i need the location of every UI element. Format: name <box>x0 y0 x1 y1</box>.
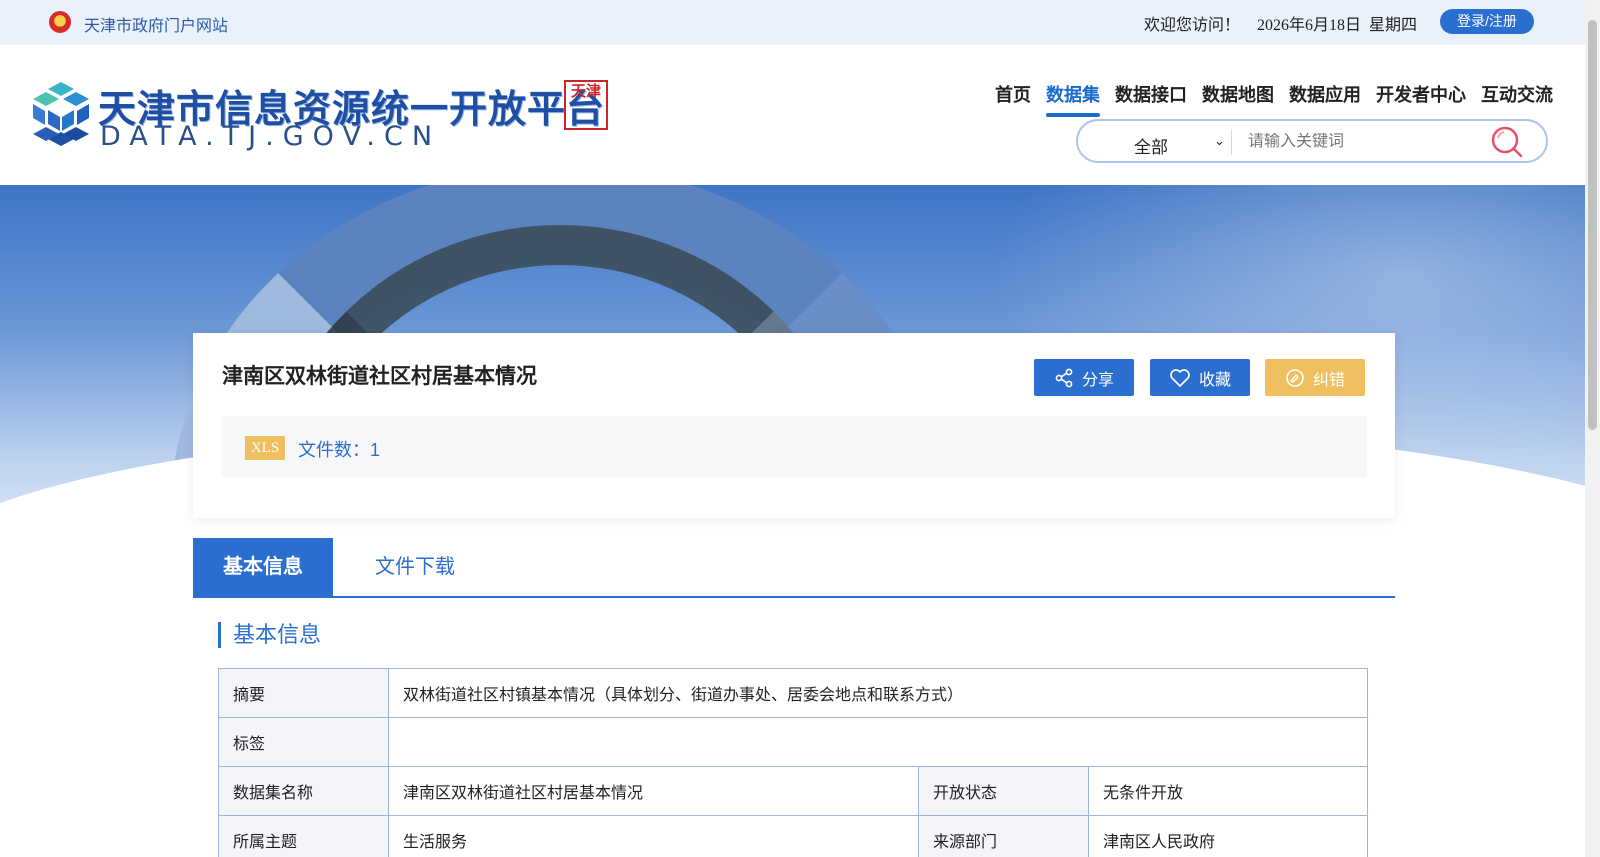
dataset-name-value: 津南区双林街道社区村居基本情况 <box>388 766 919 816</box>
page-scrollbar[interactable] <box>1585 0 1600 857</box>
main-nav: 首页 数据集 数据接口 数据地图 数据应用 开发者中心 互动交流 <box>995 81 1568 117</box>
source-dept-label: 来源部门 <box>918 815 1089 857</box>
chevron-down-icon[interactable]: ⌄ <box>1214 133 1225 149</box>
login-register-button[interactable]: 登录/注册 <box>1440 9 1534 34</box>
current-weekday: 星期四 <box>1369 17 1418 34</box>
dataset-name-label: 数据集名称 <box>218 766 389 816</box>
table-row: 摘要 双林街道社区村镇基本情况（具体划分、街道办事处、居委会地点和联系方式） <box>218 668 1368 718</box>
summary-value: 双林街道社区村镇基本情况（具体划分、街道办事处、居委会地点和联系方式） <box>388 668 1368 718</box>
dataset-card: 津南区双林街道社区村居基本情况 分享 收藏 纠错 XLS 文件数：1 <box>193 333 1395 518</box>
summary-label: 摘要 <box>218 668 389 718</box>
file-summary: XLS 文件数：1 <box>222 416 1367 477</box>
file-count: 文件数：1 <box>298 440 381 460</box>
search-input[interactable] <box>1248 133 1468 151</box>
topic-label: 所属主题 <box>218 815 389 857</box>
nav-data-map[interactable]: 数据地图 <box>1202 81 1274 107</box>
heart-icon <box>1170 368 1190 387</box>
search-icon[interactable] <box>1490 125 1524 159</box>
share-icon <box>1055 368 1073 387</box>
national-emblem-icon <box>49 11 71 33</box>
file-type-badge: XLS <box>245 436 285 460</box>
favorite-button[interactable]: 收藏 <box>1150 359 1250 396</box>
current-date: 2026年6月18日 <box>1257 17 1362 34</box>
share-label: 分享 <box>1081 371 1114 389</box>
open-status-label: 开放状态 <box>918 766 1089 816</box>
nav-developer[interactable]: 开发者中心 <box>1376 81 1466 107</box>
top-bar: 天津市政府门户网站 欢迎您访问！ 2026年6月18日 星期四 登录/注册 <box>0 0 1585 45</box>
favorite-label: 收藏 <box>1198 371 1231 389</box>
section-title: 基本信息 <box>218 622 321 648</box>
share-button[interactable]: 分享 <box>1034 359 1134 396</box>
dataset-title: 津南区双林街道社区村居基本情况 <box>222 365 537 388</box>
basic-info-table: 摘要 双林街道社区村镇基本情况（具体划分、街道办事处、居委会地点和联系方式） 标… <box>218 668 1368 857</box>
table-row: 所属主题 生活服务 来源部门 津南区人民政府 <box>218 815 1368 857</box>
gov-portal-link[interactable]: 天津市政府门户网站 <box>84 12 228 36</box>
source-dept-value: 津南区人民政府 <box>1088 815 1368 857</box>
detail-tabs: 基本信息 文件下载 <box>193 538 1395 598</box>
nav-data-apps[interactable]: 数据应用 <box>1289 81 1361 107</box>
welcome-text: 欢迎您访问！ <box>1144 17 1241 34</box>
nav-data-api[interactable]: 数据接口 <box>1115 81 1187 107</box>
tab-file-download[interactable]: 文件下载 <box>345 538 485 596</box>
cube-logo-icon[interactable] <box>30 80 92 146</box>
site-header: 天津市信息资源统一开放平台 DATA.TJ.GOV.CN 天津 首页 数据集 数… <box>0 45 1585 185</box>
search-divider <box>1231 129 1232 155</box>
search-scope-select[interactable]: 全部 <box>1134 133 1168 158</box>
report-error-button[interactable]: 纠错 <box>1265 359 1365 396</box>
table-row: 标签 <box>218 717 1368 767</box>
search-bar: 全部 ⌄ <box>1076 119 1548 163</box>
nav-interaction[interactable]: 互动交流 <box>1481 81 1553 107</box>
tags-value <box>388 717 1368 767</box>
tianjin-seal-logo: 天津 <box>564 80 608 130</box>
open-status-value: 无条件开放 <box>1088 766 1368 816</box>
nav-datasets[interactable]: 数据集 <box>1046 81 1100 117</box>
topic-value: 生活服务 <box>388 815 919 857</box>
nav-home[interactable]: 首页 <box>995 81 1031 107</box>
table-row: 数据集名称 津南区双林街道社区村居基本情况 开放状态 无条件开放 <box>218 766 1368 816</box>
report-error-label: 纠错 <box>1312 371 1345 389</box>
site-domain: DATA.TJ.GOV.CN <box>100 121 442 152</box>
correction-icon <box>1286 368 1304 387</box>
scrollbar-thumb[interactable] <box>1588 20 1597 430</box>
tags-label: 标签 <box>218 717 389 767</box>
tab-basic-info[interactable]: 基本信息 <box>193 538 333 596</box>
